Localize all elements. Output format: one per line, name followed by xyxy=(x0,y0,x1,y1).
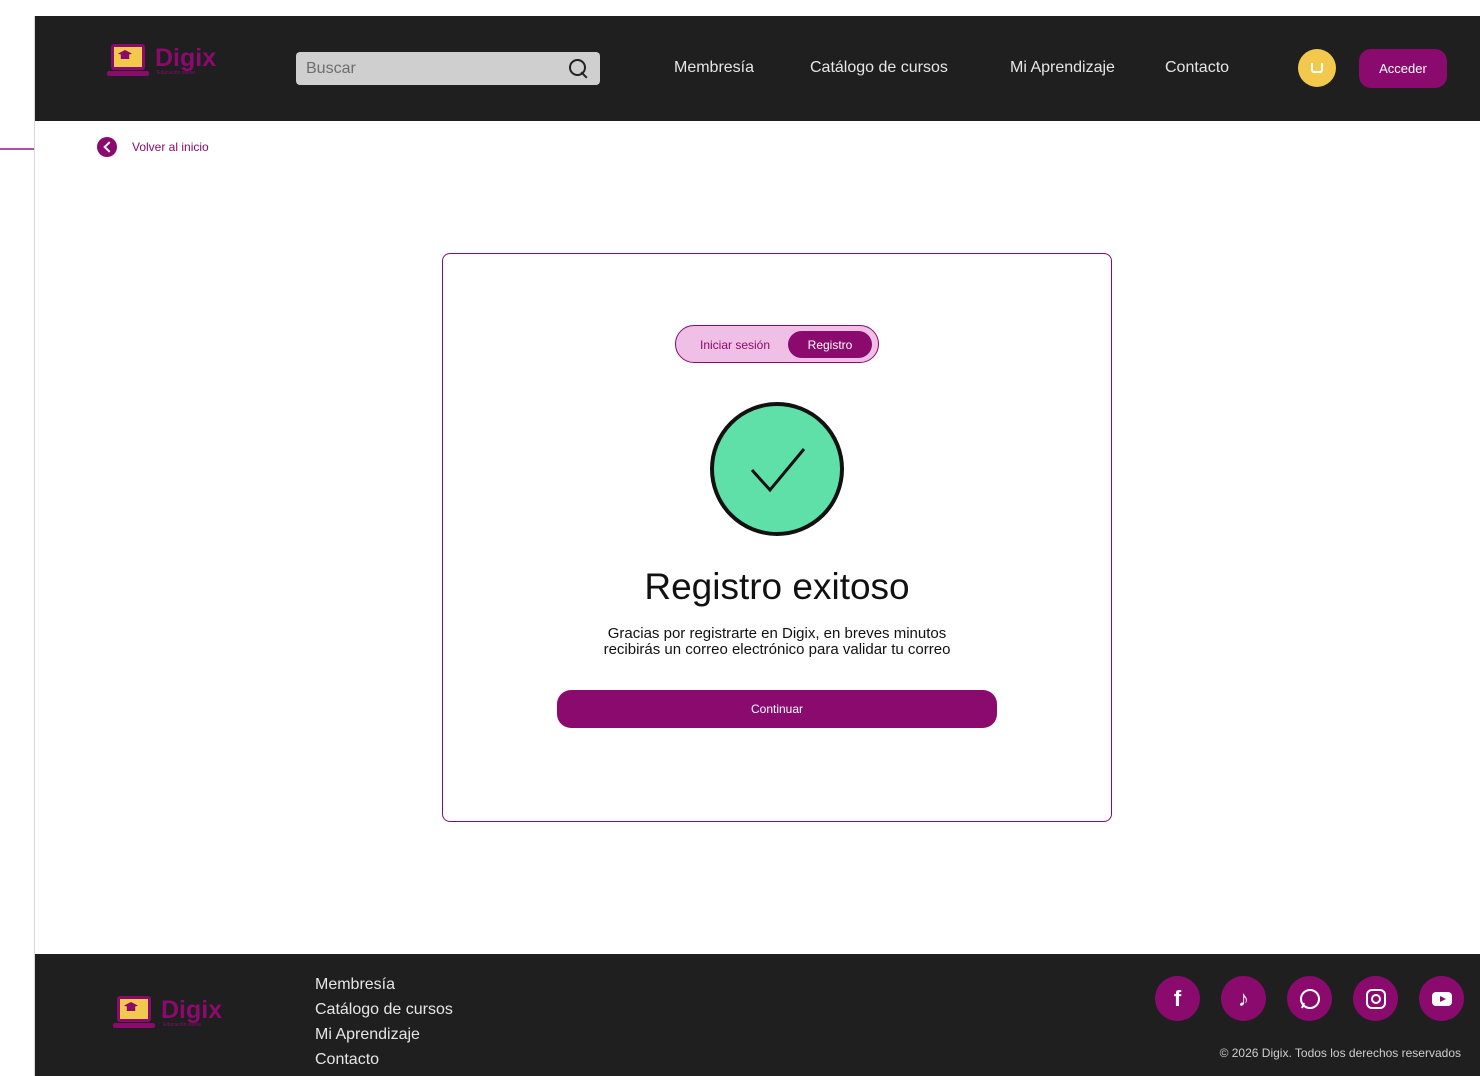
cart-icon xyxy=(1311,63,1323,73)
continue-button[interactable]: Continuar xyxy=(557,690,997,728)
back-link-label: Volver al inicio xyxy=(132,140,209,154)
back-link[interactable]: Volver al inicio xyxy=(97,137,209,157)
chevron-left-icon xyxy=(97,137,117,157)
nav-membresia[interactable]: Membresía xyxy=(674,59,754,77)
footer-link-catalogo[interactable]: Catálogo de cursos xyxy=(315,997,453,1022)
cart-button[interactable] xyxy=(1298,49,1336,87)
tab-login[interactable]: Iniciar sesión xyxy=(700,338,770,352)
header: Digix Educación online Buscar Membresía … xyxy=(35,16,1480,121)
page-frame: Digix Educación online Buscar Membresía … xyxy=(34,16,1480,1076)
page-title: Registro exitoso xyxy=(644,566,910,607)
nav-contacto[interactable]: Contacto xyxy=(1165,59,1229,77)
footer-links: Membresía Catálogo de cursos Mi Aprendiz… xyxy=(315,972,453,1072)
registration-card: Iniciar sesión Registro Registro exitoso… xyxy=(442,253,1112,822)
footer-link-membresia[interactable]: Membresía xyxy=(315,972,453,997)
laptop-grad-cap-icon xyxy=(113,996,155,1030)
youtube-icon[interactable] xyxy=(1419,976,1464,1021)
success-message: Gracias por registrarte en Digix, en bre… xyxy=(443,626,1111,658)
tab-register[interactable]: Registro xyxy=(788,331,872,358)
footer-link-contacto[interactable]: Contacto xyxy=(315,1047,453,1072)
instagram-icon[interactable] xyxy=(1353,976,1398,1021)
auth-toggle: Iniciar sesión Registro xyxy=(675,325,879,363)
login-button[interactable]: Acceder xyxy=(1359,49,1447,88)
copyright: © 2026 Digix. Todos los derechos reserva… xyxy=(1219,1046,1461,1060)
brand-name: Digix xyxy=(155,43,217,72)
success-message-line-2: recibirás un correo electrónico para val… xyxy=(603,641,951,658)
brand-name: Digix xyxy=(161,995,223,1024)
search-icon[interactable] xyxy=(568,58,590,80)
nav-mi-aprendizaje[interactable]: Mi Aprendizaje xyxy=(1010,59,1115,77)
nav-catalogo[interactable]: Catálogo de cursos xyxy=(810,59,948,77)
laptop-grad-cap-icon xyxy=(107,44,149,78)
search-placeholder: Buscar xyxy=(306,59,356,77)
footer-link-mi-aprendizaje[interactable]: Mi Aprendizaje xyxy=(315,1022,453,1047)
brand-tagline: Educación online xyxy=(157,69,196,76)
success-check-icon xyxy=(710,402,844,536)
footer-logo[interactable]: Digix Educación online xyxy=(113,996,222,1030)
facebook-icon[interactable]: f xyxy=(1155,976,1200,1021)
footer: Digix Educación online Membresía Catálog… xyxy=(35,954,1480,1076)
social-links: f ♪ xyxy=(1155,976,1464,1021)
header-logo[interactable]: Digix Educación online xyxy=(107,44,216,78)
canvas: Digix Educación online Buscar Membresía … xyxy=(0,0,1480,1076)
search-input[interactable]: Buscar xyxy=(296,52,600,85)
whatsapp-icon[interactable] xyxy=(1287,976,1332,1021)
success-message-line-1: Gracias por registrarte en Digix, en bre… xyxy=(607,625,947,642)
tiktok-icon[interactable]: ♪ xyxy=(1221,976,1266,1021)
brand-tagline: Educación online xyxy=(163,1021,202,1028)
